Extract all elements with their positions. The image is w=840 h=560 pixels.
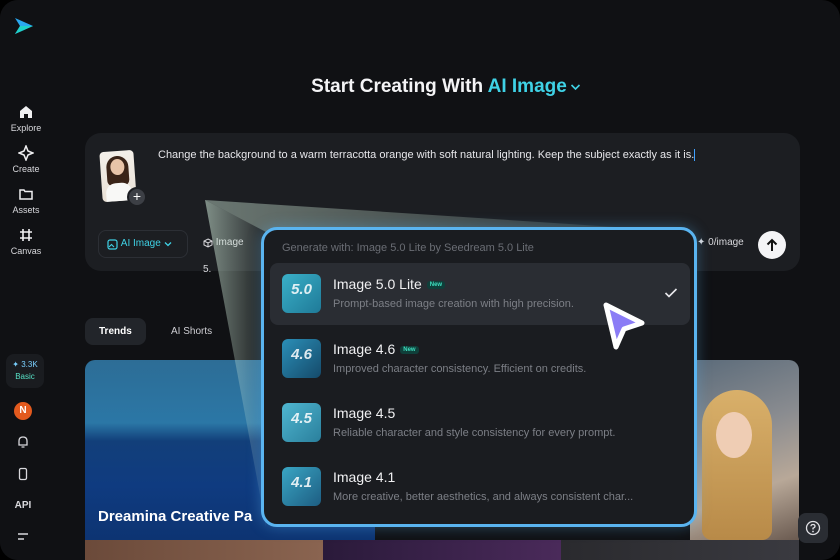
plan-label: Basic — [15, 372, 35, 381]
model-description: Improved character consistency. Efficien… — [333, 363, 587, 375]
model-name: Image 4.5 — [333, 405, 396, 421]
dropdown-header: Generate with: Image 5.0 Lite by Seedrea… — [282, 242, 534, 254]
sidebar-item-canvas[interactable]: Canvas — [0, 227, 52, 256]
image-icon — [107, 238, 118, 250]
tab-ai-shorts[interactable]: AI Shorts — [157, 318, 226, 345]
title-prefix: Start Creating With — [311, 76, 484, 97]
cost-indicator: ✦ 0/image — [697, 237, 744, 248]
sidebar-item-label: Assets — [12, 205, 40, 215]
model-description: Reliable character and style consistency… — [333, 427, 616, 439]
mobile-icon[interactable] — [16, 467, 30, 481]
credits-badge[interactable]: ✦ 3.3K Basic — [6, 354, 44, 388]
model-description: More creative, better aesthetics, and al… — [333, 491, 634, 503]
menu-icon[interactable] — [16, 532, 30, 542]
title-accent: AI Image — [487, 76, 567, 97]
avatar[interactable]: N — [14, 402, 32, 420]
sidebar-item-label: Create — [12, 164, 40, 174]
gallery-card[interactable] — [85, 540, 323, 560]
model-name: Image 4.6 New — [333, 341, 419, 357]
model-thumbnail: 4.5 — [282, 403, 321, 442]
new-badge: New — [400, 346, 419, 355]
prompt-input[interactable]: Change the background to a warm terracot… — [158, 148, 788, 163]
pointer-cursor-icon — [603, 302, 645, 350]
new-badge: New — [426, 281, 446, 290]
bell-icon[interactable] — [16, 435, 30, 449]
model-name: Image 4.1 — [333, 469, 396, 485]
check-icon — [664, 288, 678, 298]
gallery-card-title: Dreamina Creative Pa — [98, 508, 253, 525]
model-thumbnail: 5.0 — [282, 274, 321, 313]
model-option-image-4-1[interactable]: 4.1 Image 4.1 More creative, better aest… — [270, 456, 690, 518]
add-reference-button[interactable]: + — [127, 187, 147, 207]
logo-icon — [15, 18, 33, 34]
folder-icon — [19, 189, 33, 200]
sidebar-item-label: Canvas — [10, 246, 42, 256]
model-pill-label: AI Image — [120, 238, 161, 249]
model-thumbnail: 4.6 — [282, 339, 321, 378]
model-dropdown: Generate with: Image 5.0 Lite by Seedrea… — [261, 227, 697, 527]
gallery-card[interactable] — [323, 540, 561, 560]
help-button[interactable] — [798, 513, 828, 543]
arrow-up-icon — [766, 238, 778, 251]
chevron-down-icon — [164, 242, 172, 247]
sidebar-item-create[interactable]: Create — [0, 145, 52, 174]
send-button[interactable] — [758, 231, 786, 259]
app-window: Explore Create Assets Canvas ✦ 3.3K Basi… — [0, 0, 840, 560]
credits-amount: ✦ 3.3K — [12, 360, 38, 369]
cube-icon — [203, 238, 213, 248]
gallery-card[interactable] — [690, 360, 799, 540]
tab-trends[interactable]: Trends — [85, 318, 146, 345]
home-icon — [20, 106, 32, 118]
image-model-dropdown[interactable]: Image 5. — [195, 230, 257, 275]
sidebar-item-label: Explore — [10, 123, 42, 133]
model-type-dropdown[interactable]: AI Image — [98, 230, 188, 258]
canvas-icon — [20, 229, 32, 241]
gallery-card[interactable] — [561, 540, 799, 560]
help-icon — [805, 520, 821, 536]
api-link[interactable]: API — [0, 500, 46, 511]
model-name: Image 5.0 Lite New — [333, 276, 446, 292]
sidebar-item-explore[interactable]: Explore — [0, 104, 52, 133]
model-option-image-4-5[interactable]: 4.5 Image 4.5 Reliable character and sty… — [270, 392, 690, 454]
sidebar: Explore Create Assets Canvas ✦ 3.3K Basi… — [0, 0, 52, 560]
sidebar-item-assets[interactable]: Assets — [0, 186, 52, 215]
model-type-selector[interactable]: AI Image — [488, 76, 581, 97]
chevron-down-icon — [570, 84, 580, 91]
model-thumbnail: 4.1 — [282, 467, 321, 506]
sparkle-icon — [18, 145, 34, 161]
page-title: Start Creating With AI Image — [52, 76, 840, 98]
